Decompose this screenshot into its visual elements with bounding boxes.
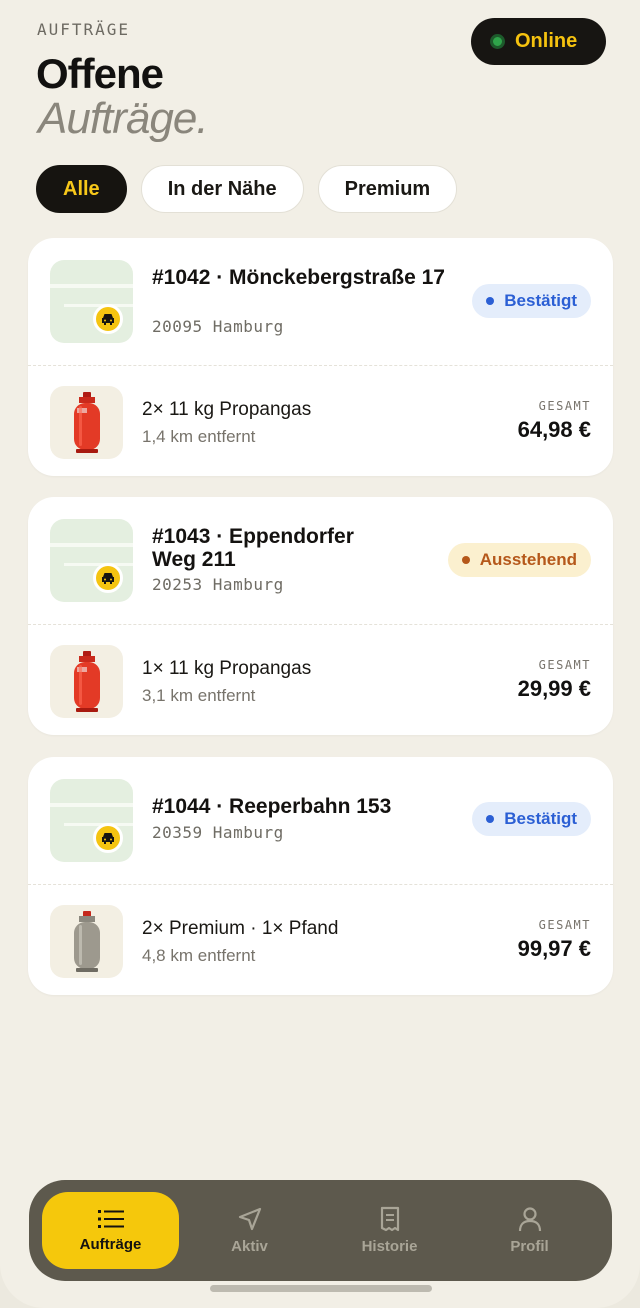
navigation-arrow-icon [238, 1207, 261, 1231]
order-card[interactable]: #1044 · Reeperbahn 153 20359 Hamburg Bes… [28, 757, 613, 995]
order-title: #1044 · Reeperbahn 153 [152, 795, 392, 818]
tab-label: Aufträge [79, 1236, 142, 1253]
product-distance: 4,8 km entfernt [142, 946, 256, 965]
status-dot-icon [486, 815, 495, 823]
online-status-label: Online [515, 30, 578, 52]
receipt-icon [380, 1206, 399, 1232]
order-title: #1042 · Mönckebergstraße 17 [152, 266, 445, 289]
filter-chips: Alle In der Nähe Premium [36, 165, 458, 213]
filter-chip-in-der-naehe[interactable]: In der Nähe [140, 165, 304, 213]
order-total: 99,97 € [517, 936, 591, 961]
tab-label: Aktiv [231, 1238, 268, 1255]
product-distance: 3,1 km entfernt [142, 686, 256, 705]
map-thumbnail [50, 779, 133, 862]
status-dot-icon [486, 297, 495, 305]
map-thumbnail [50, 260, 133, 343]
car-pin-icon [93, 304, 123, 334]
tab-label: Historie [361, 1238, 418, 1255]
order-card[interactable]: #1043 · Eppendorfer Weg 211 20253 Hambur… [28, 497, 613, 735]
bottom-tab-bar: Aufträge Aktiv Historie Profil [29, 1180, 612, 1281]
order-total: 29,99 € [517, 676, 591, 701]
order-card-product: 2× Premium · 1× Pfand 4,8 km entfernt GE… [28, 885, 613, 995]
tab-auftraege[interactable]: Aufträge [42, 1192, 179, 1269]
order-card-header: #1044 · Reeperbahn 153 20359 Hamburg Bes… [28, 757, 613, 885]
order-zip-city: 20095 Hamburg [152, 317, 284, 336]
grey-gas-cylinder-icon [50, 905, 123, 978]
page-title-subline: Aufträge. [38, 94, 209, 143]
status-label: Ausstehend [479, 550, 577, 569]
order-title: #1043 · Eppendorfer Weg 211 [152, 525, 354, 571]
section-eyebrow: AUFTRÄGE [37, 20, 131, 39]
page-title: Offene [36, 50, 164, 97]
tab-label: Profil [510, 1238, 549, 1255]
online-status-toggle[interactable]: Online [471, 18, 606, 65]
status-badge: Bestätigt [472, 802, 591, 836]
tab-historie[interactable]: Historie [321, 1192, 458, 1269]
status-badge: Ausstehend [447, 543, 591, 577]
red-gas-cylinder-icon [50, 645, 123, 718]
total-label: GESAMT [538, 918, 591, 932]
car-pin-icon [93, 563, 123, 593]
tab-profil[interactable]: Profil [461, 1192, 598, 1269]
app-screen: AUFTRÄGE Offene Aufträge. Online Alle In… [0, 0, 640, 1308]
order-card[interactable]: #1042 · Mönckebergstraße 17 20095 Hambur… [28, 238, 613, 476]
status-label: Bestätigt [504, 809, 577, 828]
person-icon [518, 1207, 541, 1232]
product-name: 1× 11 kg Propangas [142, 658, 312, 679]
product-name: 2× Premium · 1× Pfand [142, 918, 339, 939]
status-dot-icon [461, 556, 470, 564]
home-indicator [210, 1285, 432, 1292]
total-label: GESAMT [538, 399, 591, 413]
online-dot-icon [490, 34, 505, 49]
order-card-header: #1042 · Mönckebergstraße 17 20095 Hambur… [28, 238, 613, 366]
order-zip-city: 20359 Hamburg [152, 823, 284, 842]
status-label: Bestätigt [504, 291, 577, 310]
filter-chip-premium[interactable]: Premium [317, 165, 458, 213]
order-total: 64,98 € [517, 417, 591, 442]
car-pin-icon [93, 823, 123, 853]
red-gas-cylinder-icon [50, 386, 123, 459]
filter-chip-alle[interactable]: Alle [36, 165, 127, 213]
order-card-product: 2× 11 kg Propangas 1,4 km entfernt GESAM… [28, 366, 613, 476]
status-badge: Bestätigt [472, 284, 591, 318]
map-thumbnail [50, 519, 133, 602]
order-card-header: #1043 · Eppendorfer Weg 211 20253 Hambur… [28, 497, 613, 625]
order-card-product: 1× 11 kg Propangas 3,1 km entfernt GESAM… [28, 625, 613, 735]
list-icon [97, 1210, 124, 1228]
tab-aktiv[interactable]: Aktiv [181, 1192, 318, 1269]
product-distance: 1,4 km entfernt [142, 427, 256, 446]
order-zip-city: 20253 Hamburg [152, 575, 284, 594]
product-name: 2× 11 kg Propangas [142, 399, 312, 420]
total-label: GESAMT [538, 658, 591, 672]
